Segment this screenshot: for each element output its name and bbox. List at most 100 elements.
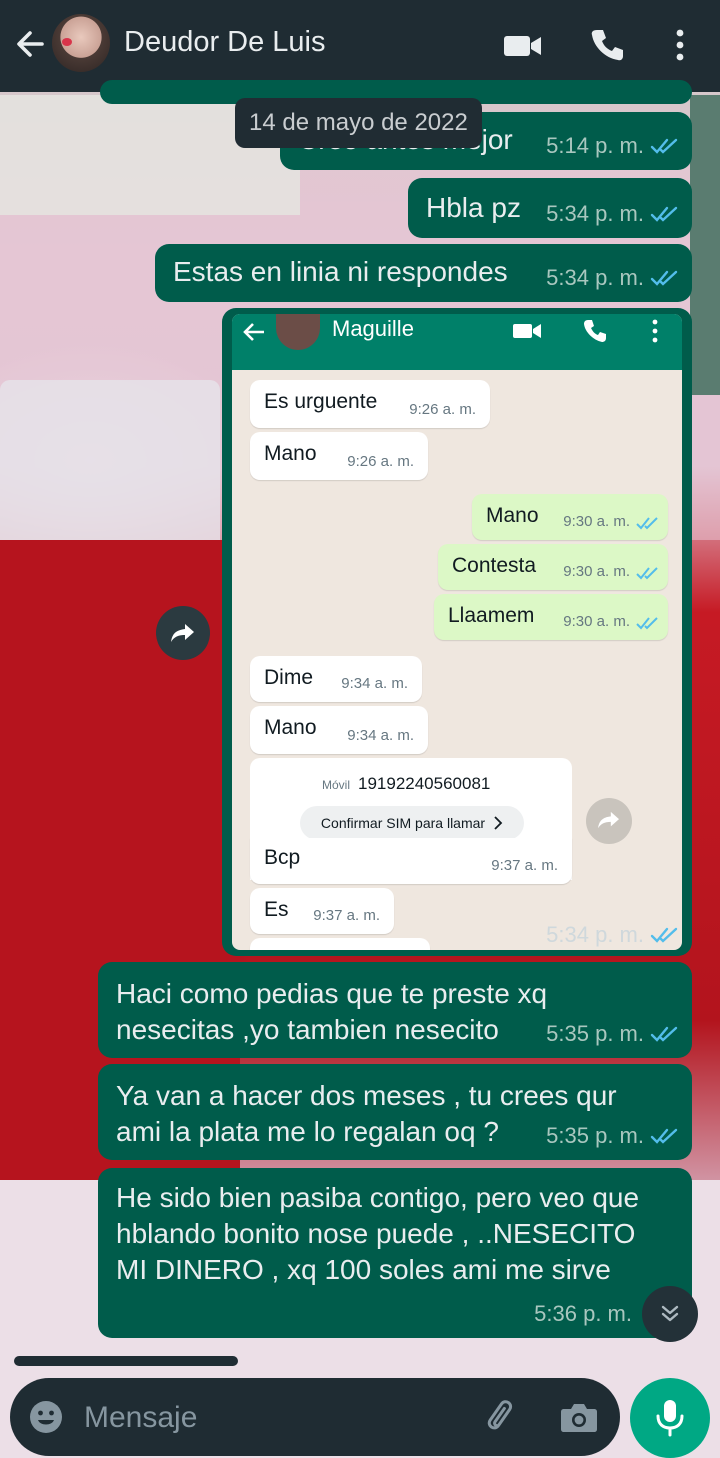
message-bubble-outgoing[interactable]: Haci como pedias que te preste xq neseci… <box>98 962 692 1058</box>
message-text: Contesta <box>452 554 537 577</box>
message-time: 9:34 a. m. <box>347 727 414 744</box>
read-receipt-icon <box>636 617 658 630</box>
forward-icon <box>171 624 194 642</box>
read-receipt-icon <box>650 1128 678 1144</box>
chevron-right-icon <box>494 816 503 830</box>
message-text: Ya van a hacer dos meses , tu crees qur <box>116 1080 617 1111</box>
message-meta: 5:35 p. m. <box>546 1118 678 1154</box>
message-bubble-outgoing[interactable]: Ya van a hacer dos meses , tu crees qur … <box>98 1064 692 1160</box>
back-arrow-icon[interactable] <box>12 24 48 64</box>
message-text: Es urguente <box>264 390 378 413</box>
screenshot-header: Maguille <box>232 314 682 370</box>
message-time: 9:30 a. m. <box>563 613 630 630</box>
message-text: Bcp <box>264 846 301 869</box>
message-time: 9:37 a. m. <box>313 907 380 924</box>
message-time: 5:36 p. m. <box>534 1301 632 1326</box>
more-options-icon[interactable] <box>668 26 692 64</box>
message-text: Mano <box>486 504 539 527</box>
camera-icon[interactable] <box>560 1400 598 1434</box>
message-meta: 5:14 p. m. <box>546 128 678 164</box>
screenshot-message-incoming: Bcp 9:37 a. m. <box>250 838 572 884</box>
scroll-to-bottom-button[interactable] <box>642 1286 698 1342</box>
message-meta: 5:34 p. m. <box>546 922 678 948</box>
video-call-icon <box>513 324 541 338</box>
screenshot-message-incoming: Dime 9:34 a. m. <box>250 656 422 702</box>
message-text: Mano <box>264 716 317 739</box>
message-text: He sido bien pasiba contigo, pero veo qu… <box>116 1182 640 1213</box>
chat-header: Deudor De Luis <box>0 0 720 92</box>
phone-number: 19192240560081 <box>358 774 491 793</box>
attach-icon[interactable] <box>482 1398 522 1438</box>
read-receipt-icon <box>650 206 678 222</box>
voice-message-button[interactable] <box>630 1378 710 1458</box>
message-text: Dime <box>264 666 314 689</box>
message-time: 9:34 a. m. <box>341 675 408 692</box>
avatar <box>276 314 320 350</box>
message-text: hblando bonito nose puede , ..NESECITO <box>116 1218 636 1249</box>
message-bubble-outgoing[interactable]: He sido bien pasiba contigo, pero veo qu… <box>98 1168 692 1338</box>
read-receipt-icon <box>636 567 658 580</box>
message-text: nesecitas ,yo tambien nesecito <box>116 1014 499 1045</box>
screenshot-message-incoming: Mano 9:34 a. m. <box>250 706 428 754</box>
forward-button[interactable] <box>156 606 210 660</box>
read-receipt-icon <box>650 1026 678 1042</box>
message-text: Hbla pz <box>426 192 521 223</box>
message-text: Llaamem <box>448 604 535 627</box>
message-time: 5:34 p. m. <box>546 201 644 226</box>
image-message[interactable]: Maguille Es urguente 9:26 a. m. Mano 9:2… <box>222 308 692 956</box>
message-time: 9:37 a. m. <box>491 857 558 874</box>
message-meta: 5:36 p. m. <box>534 1296 632 1332</box>
read-receipt-icon <box>650 927 678 943</box>
message-meta: 5:34 p. m. <box>546 260 678 296</box>
back-arrow-icon <box>243 323 264 341</box>
message-meta: 5:35 p. m. <box>546 1016 678 1052</box>
gesture-bar <box>14 1356 238 1366</box>
message-text: Estas en linia ni respondes <box>173 256 508 287</box>
video-call-icon[interactable] <box>502 28 544 64</box>
read-receipt-icon <box>650 270 678 286</box>
forward-icon <box>586 798 632 844</box>
message-text: Mano <box>264 442 317 465</box>
message-time: 5:34 p. m. <box>546 265 644 290</box>
message-time: 5:35 p. m. <box>546 1123 644 1148</box>
message-bubble-outgoing[interactable]: Estas en linia ni respondes 5:34 p. m. <box>155 244 692 302</box>
screenshot-contact-name: Maguille <box>332 316 414 341</box>
screenshot-message-incoming: Es urguente 9:26 a. m. <box>250 380 490 428</box>
message-time: 5:34 p. m. <box>546 922 644 947</box>
microphone-icon <box>656 1400 684 1437</box>
message-composer <box>10 1378 620 1456</box>
double-chevron-down-icon <box>661 1305 679 1322</box>
message-time: 9:30 a. m. <box>563 563 630 580</box>
screenshot-message-incoming: Es 9:37 a. m. <box>250 888 394 934</box>
message-time: 5:35 p. m. <box>546 1021 644 1046</box>
confirm-sim-label: Confirmar SIM para llamar <box>320 815 486 831</box>
message-text: MI DINERO , xq 100 soles ami me sirve <box>116 1254 611 1285</box>
message-bubble-outgoing[interactable]: Hbla pz 5:34 p. m. <box>408 178 692 238</box>
message-text: ami la plata me lo regalan oq ? <box>116 1116 499 1147</box>
read-receipt-icon <box>650 138 678 154</box>
phone-label: Móvil <box>322 778 351 792</box>
wallpaper-photo-area <box>690 95 720 395</box>
message-time: 9:26 a. m. <box>347 453 414 470</box>
read-receipt-icon <box>636 517 658 530</box>
date-separator: 14 de mayo de 2022 <box>235 98 482 148</box>
message-time: 5:14 p. m. <box>546 133 644 158</box>
screenshot-message-outgoing: Llaamem 9:30 a. m. <box>434 594 668 640</box>
screenshot-message-outgoing: Mano 9:30 a. m. <box>472 494 668 540</box>
message-meta: 5:34 p. m. <box>546 196 678 232</box>
message-time: 9:26 a. m. <box>409 401 476 418</box>
voice-call-icon <box>584 320 606 342</box>
contact-name[interactable]: Deudor De Luis <box>124 26 326 59</box>
voice-call-icon[interactable] <box>588 26 626 64</box>
more-options-icon <box>652 319 658 343</box>
message-input[interactable] <box>84 1398 444 1438</box>
emoji-icon[interactable] <box>28 1399 64 1435</box>
image-message-content: Maguille Es urguente 9:26 a. m. Mano 9:2… <box>232 314 682 950</box>
confirm-sim-button: Confirmar SIM para llamar <box>300 806 524 840</box>
contact-avatar[interactable] <box>52 14 110 72</box>
screenshot-message-incoming <box>250 938 430 950</box>
screenshot-message-incoming: Mano 9:26 a. m. <box>250 432 428 480</box>
message-text: Haci como pedias que te preste xq <box>116 978 548 1009</box>
message-time: 9:30 a. m. <box>563 513 630 530</box>
message-text: Es <box>264 898 289 921</box>
